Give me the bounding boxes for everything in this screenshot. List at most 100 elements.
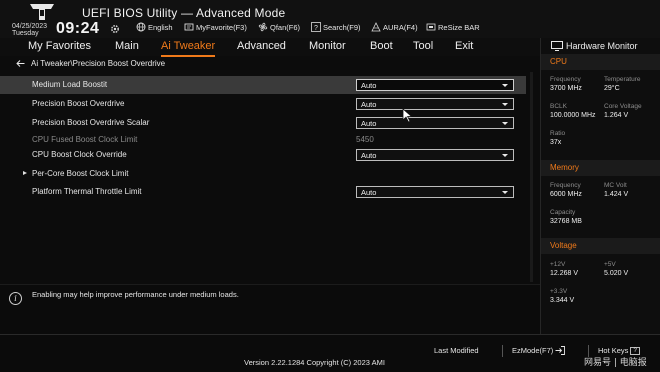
hotkeys-key-icon: ?: [630, 346, 640, 355]
qfan-button[interactable]: Qfan(F6): [258, 22, 300, 32]
breadcrumb-path: Ai Tweaker\Precision Boost Overdrive: [31, 59, 166, 68]
cpu-section-header: CPU: [541, 54, 660, 70]
setting-label: Per-Core Boost Clock Limit: [32, 169, 129, 178]
voltage-section-header: Voltage: [541, 238, 660, 254]
platform-thermal-throttle-dropdown[interactable]: Auto: [356, 186, 514, 198]
setting-label: Precision Boost Overdrive: [32, 99, 125, 108]
dropdown-value: Auto: [361, 100, 377, 109]
exit-arrow-icon: [555, 346, 566, 355]
help-panel: i Enabling may help improve performance …: [0, 284, 540, 334]
precision-boost-overdrive-dropdown[interactable]: Auto: [356, 98, 514, 110]
dropdown-value: Auto: [361, 151, 377, 160]
menu-main[interactable]: Main: [115, 40, 139, 52]
chevron-down-icon: [502, 122, 508, 125]
weekday-display: Tuesday: [12, 30, 39, 37]
myfavorite-button[interactable]: MyFavorite(F3): [184, 22, 247, 32]
dropdown-value: Auto: [361, 188, 377, 197]
scrollbar[interactable]: [530, 72, 533, 282]
search-button[interactable]: ? Search(F9): [311, 22, 361, 32]
core-voltage-label: Core Voltage: [604, 103, 642, 110]
pbo-scalar-dropdown[interactable]: Auto: [356, 117, 514, 129]
dropdown-value: Auto: [361, 119, 377, 128]
cpu-frequency-label: Frequency: [550, 76, 581, 83]
medium-load-boostit-dropdown[interactable]: Auto: [356, 79, 514, 91]
setting-cpu-boost-clock-override[interactable]: CPU Boost Clock Override Auto: [0, 146, 526, 164]
memory-frequency-label: Frequency: [550, 182, 581, 189]
version-text: Version 2.22.1284 Copyright (C) 2023 AMI: [244, 358, 385, 367]
cpu-boost-clock-override-dropdown[interactable]: Auto: [356, 149, 514, 161]
submenu-per-core-boost-clock-limit[interactable]: Per-Core Boost Clock Limit: [0, 165, 526, 183]
settings-panel: Medium Load Boostit Auto Precision Boost…: [0, 72, 540, 284]
setting-pbo-scalar[interactable]: Precision Boost Overdrive Scalar Auto: [0, 114, 526, 132]
capacity-value: 32768 MB: [550, 218, 582, 225]
setting-medium-load-boostit[interactable]: Medium Load Boostit Auto: [0, 76, 526, 94]
hardware-monitor-title: Hardware Monitor: [551, 41, 638, 51]
language-button[interactable]: English: [136, 22, 173, 32]
footer-bar: Last Modified EzMode(F7) Hot Keys ? Vers…: [0, 334, 660, 372]
mc-volt-label: MC Volt: [604, 182, 627, 189]
capacity-label: Capacity: [550, 209, 576, 216]
header-bar: UEFI BIOS Utility — Advanced Mode 04/25/…: [0, 0, 660, 38]
footer-divider: [502, 345, 503, 357]
cpu-heading: CPU: [550, 57, 567, 66]
ratio-value: 37x: [550, 139, 562, 146]
v33-value: 3.344 V: [550, 297, 575, 304]
mouse-cursor-icon: [402, 108, 413, 123]
aura-icon: [371, 22, 381, 32]
svg-text:?: ?: [314, 25, 318, 32]
hotkeys-label: Hot Keys: [598, 346, 629, 355]
chevron-down-icon: [502, 103, 508, 106]
search-icon: ?: [311, 22, 321, 32]
v12-label: +12V: [550, 261, 566, 268]
setting-label: CPU Boost Clock Override: [32, 150, 127, 159]
hotkeys-button[interactable]: Hot Keys ?: [598, 346, 640, 355]
v5-value: 5.020 V: [604, 270, 629, 277]
memory-heading: Memory: [550, 163, 579, 172]
clock-display[interactable]: 09:24: [56, 20, 99, 38]
aura-label: AURA(F4): [383, 22, 418, 32]
language-label: English: [148, 22, 173, 32]
gear-icon[interactable]: [110, 24, 120, 34]
core-voltage-value: 1.264 V: [604, 112, 629, 119]
resize-bar-label: ReSize BAR: [438, 22, 480, 32]
menu-monitor[interactable]: Monitor: [309, 40, 346, 52]
bclk-value: 100.0000 MHz: [550, 112, 596, 119]
qfan-label: Qfan(F6): [270, 22, 301, 32]
cpu-temperature-value: 29°C: [604, 85, 620, 92]
aura-button[interactable]: AURA(F4): [371, 22, 418, 32]
setting-label: CPU Fused Boost Clock Limit: [32, 135, 138, 144]
setting-platform-thermal-throttle-limit[interactable]: Platform Thermal Throttle Limit Auto: [0, 183, 526, 201]
resize-bar-icon: [426, 23, 436, 31]
submenu-arrow-icon: [23, 171, 27, 175]
cpu-frequency-value: 3700 MHz: [550, 85, 582, 92]
ezmode-button[interactable]: EzMode(F7): [512, 346, 566, 355]
voltage-heading: Voltage: [550, 241, 577, 250]
monitor-icon: [551, 41, 563, 51]
setting-label: Precision Boost Overdrive Scalar: [32, 118, 150, 127]
setting-precision-boost-overdrive[interactable]: Precision Boost Overdrive Auto: [0, 95, 526, 113]
menu-boot[interactable]: Boot: [370, 40, 393, 52]
menu-advanced[interactable]: Advanced: [237, 40, 286, 52]
memory-frequency-value: 6000 MHz: [550, 191, 582, 198]
favorite-icon: [184, 23, 194, 31]
menu-ai-tweaker[interactable]: Ai Tweaker: [161, 40, 216, 57]
menu-exit[interactable]: Exit: [455, 40, 473, 52]
ezmode-label: EzMode(F7): [512, 346, 554, 355]
breadcrumb: Ai Tweaker\Precision Boost Overdrive: [16, 59, 165, 68]
help-text: Enabling may help improve performance un…: [32, 290, 239, 299]
setting-label: Medium Load Boostit: [32, 80, 108, 89]
v5-label: +5V: [604, 261, 616, 268]
watermark-text: 网易号 | 电脑报: [584, 358, 647, 368]
last-modified-button[interactable]: Last Modified: [434, 346, 479, 355]
readonly-value: 5450: [356, 135, 374, 144]
back-arrow-icon[interactable]: [16, 60, 25, 67]
resize-bar-button[interactable]: ReSize BAR: [426, 22, 480, 32]
menu-tool[interactable]: Tool: [413, 40, 433, 52]
cpu-temperature-label: Temperature: [604, 76, 641, 83]
menu-my-favorites[interactable]: My Favorites: [28, 40, 91, 52]
last-modified-label: Last Modified: [434, 346, 479, 355]
ratio-label: Ratio: [550, 130, 566, 137]
search-label: Search(F9): [323, 22, 361, 32]
chevron-down-icon: [502, 154, 508, 157]
fan-icon: [258, 22, 268, 32]
